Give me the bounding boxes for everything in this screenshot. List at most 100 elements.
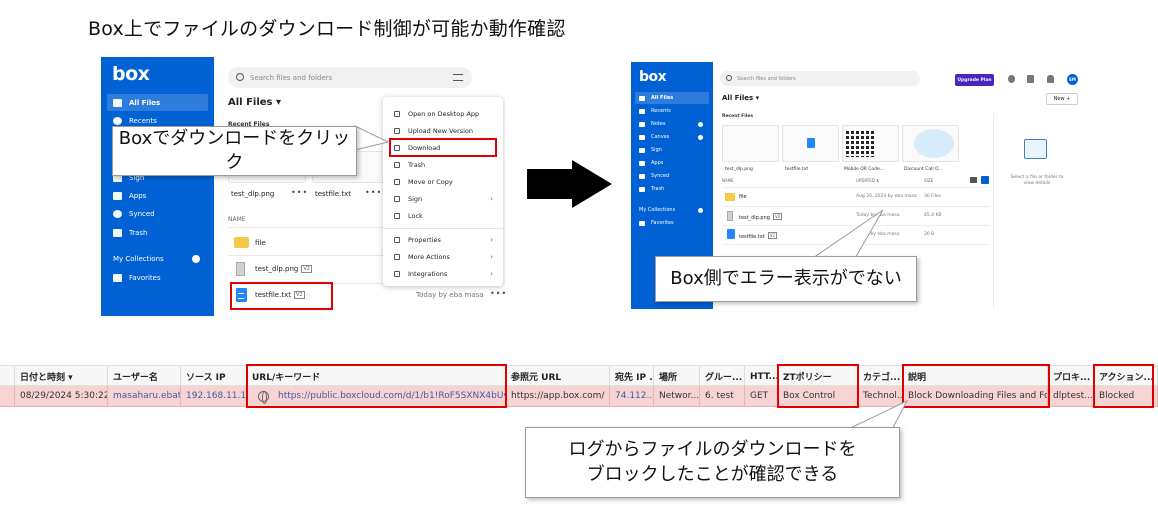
add-collection-icon[interactable] [192, 254, 200, 263]
col-source-ip[interactable]: ソース IP [181, 366, 247, 387]
box-logo[interactable]: box [112, 63, 150, 85]
menu-move-copy[interactable]: Move or Copy [383, 175, 503, 189]
sidebar-item-trash[interactable]: Trash [635, 183, 709, 195]
col-category[interactable]: カテゴ... [858, 366, 903, 387]
bell-icon[interactable] [1047, 75, 1054, 83]
cell-proxy: dlptest.... [1048, 386, 1094, 406]
filter-icon[interactable] [453, 74, 463, 81]
sidebar-item-favorites[interactable]: Favorites [635, 217, 709, 229]
cell-username[interactable]: masaharu.ebat... [108, 386, 181, 406]
version-badge: V2 [301, 265, 312, 273]
file-row-name[interactable]: file [739, 194, 747, 200]
menu-integrations[interactable]: Integrations › [383, 267, 503, 281]
menu-lock[interactable]: Lock [383, 209, 503, 223]
menu-more-actions[interactable]: More Actions › [383, 250, 503, 264]
sidebar-item-apps[interactable]: Apps [635, 157, 709, 169]
file-row-name[interactable]: testfile.txt V2 [739, 232, 777, 240]
sidebar-collections[interactable]: My Collections [107, 250, 208, 267]
sidebar-item-synced[interactable]: Synced [635, 170, 709, 182]
sidebar-item-apps[interactable]: Apps [107, 187, 208, 204]
more-icon[interactable]: ••• [490, 289, 505, 298]
image-file-icon [727, 211, 733, 221]
details-toggle-icon[interactable] [981, 176, 989, 184]
lock-icon [394, 213, 400, 219]
grid-view-icon[interactable] [970, 177, 977, 183]
menu-trash[interactable]: Trash [383, 158, 503, 172]
add-icon[interactable] [698, 121, 703, 127]
search-input[interactable]: Search files and folders [720, 71, 920, 86]
col-dest-ip[interactable]: 宛先 IP ... [610, 366, 654, 387]
desktop-icon [394, 111, 400, 117]
help-icon[interactable] [1008, 75, 1015, 83]
recent-card-test-dlp[interactable] [722, 125, 779, 162]
size-meta: 30 Files [924, 194, 942, 199]
more-icon[interactable]: ••• [365, 188, 382, 197]
col-http[interactable]: HTT... [745, 366, 778, 387]
cell-http: GET [745, 386, 778, 406]
size-meta: 45.4 KB [924, 213, 942, 218]
box-logo[interactable]: box [639, 69, 667, 85]
pen-icon [639, 147, 645, 153]
folder-icon [639, 95, 645, 101]
menu-sign[interactable]: Sign › [383, 192, 503, 206]
cell-referrer: https://app.box.com/ [506, 386, 610, 406]
avatar[interactable]: EM [1067, 74, 1078, 85]
card-name: Mobile QR Code... [844, 167, 885, 172]
col-datetime[interactable]: 日付と時刻 ▾ [15, 366, 108, 387]
menu-properties[interactable]: Properties › [383, 233, 503, 247]
col-referrer-url[interactable]: 参照元 URL [506, 366, 610, 387]
col-location[interactable]: 場所 [654, 366, 700, 387]
sidebar-item-trash[interactable]: Trash [107, 224, 208, 241]
add-collection-icon[interactable] [698, 207, 703, 213]
list-header-updated[interactable]: UPDATED ⬇ [856, 178, 879, 183]
folder-icon [113, 98, 122, 107]
sidebar-item-all-files[interactable]: All Files [107, 94, 208, 111]
clipboard-icon[interactable] [1027, 75, 1034, 83]
page-title[interactable]: All Files ▾ [722, 94, 759, 102]
list-header-size[interactable]: SIZE [924, 178, 933, 183]
col-username[interactable]: ユーザー名 [108, 366, 181, 387]
notes-icon [639, 121, 645, 127]
more-icon [394, 254, 400, 260]
sidebar-item-favorites[interactable]: Favorites [107, 269, 208, 286]
url-highlight [246, 364, 507, 408]
upgrade-plan-button[interactable]: Upgrade Plan [955, 74, 994, 86]
file-row-name[interactable]: test_dlp.png V2 [739, 213, 783, 221]
folder-icon [725, 193, 735, 201]
card-name: testfile.txt [785, 167, 809, 172]
cell-group: 6. test [700, 386, 745, 406]
add-icon[interactable] [698, 134, 703, 140]
recent-card-testfile[interactable] [782, 125, 839, 162]
menu-upload-new-version[interactable]: Upload New Version [383, 124, 503, 138]
sidebar-item-canvas[interactable]: Canvas [635, 131, 709, 143]
modified-meta: Today by eba masa [416, 291, 484, 299]
more-icon[interactable]: ••• [291, 188, 308, 197]
list-header-name[interactable]: NAME [228, 216, 246, 223]
cell-source-ip[interactable]: 192.168.11.131 [181, 386, 247, 406]
sidebar-item-recents[interactable]: Recents [635, 105, 709, 117]
sidebar-item-sign[interactable]: Sign [635, 144, 709, 156]
chevron-right-icon: › [490, 236, 493, 244]
search-input[interactable]: Search files and folders [228, 67, 472, 88]
sidebar-collections[interactable]: My Collections [635, 204, 709, 216]
slide-title: Box上でファイルのダウンロード制御が可能か動作確認 [88, 18, 566, 40]
description-highlight [902, 364, 1050, 408]
cell-dest-ip[interactable]: 74.112.... [610, 386, 654, 406]
sidebar-item-notes[interactable]: Notes [635, 118, 709, 130]
menu-open-desktop[interactable]: Open on Desktop App [383, 107, 503, 121]
sidebar-item-synced[interactable]: Synced [107, 205, 208, 222]
box-sidebar: box All Files Recents Sign Apps Synced T… [101, 57, 214, 316]
sidebar-item-all-files[interactable]: All Files [635, 92, 709, 104]
file-row-name[interactable]: test_dlp.png V2 [255, 265, 312, 273]
star-icon [639, 220, 645, 226]
file-row-name[interactable]: file [255, 239, 266, 247]
list-header-name[interactable]: NAME [722, 178, 734, 183]
context-menu: Open on Desktop App Upload New Version D… [383, 97, 503, 286]
details-panel-icon [1024, 139, 1047, 159]
chevron-right-icon: › [490, 195, 493, 203]
col-group[interactable]: グルー... [700, 366, 745, 387]
download-highlight [389, 138, 497, 157]
new-button[interactable]: New + [1046, 93, 1078, 105]
page-title[interactable]: All Files ▾ [228, 97, 281, 108]
col-proxy[interactable]: プロキ... [1048, 366, 1094, 387]
